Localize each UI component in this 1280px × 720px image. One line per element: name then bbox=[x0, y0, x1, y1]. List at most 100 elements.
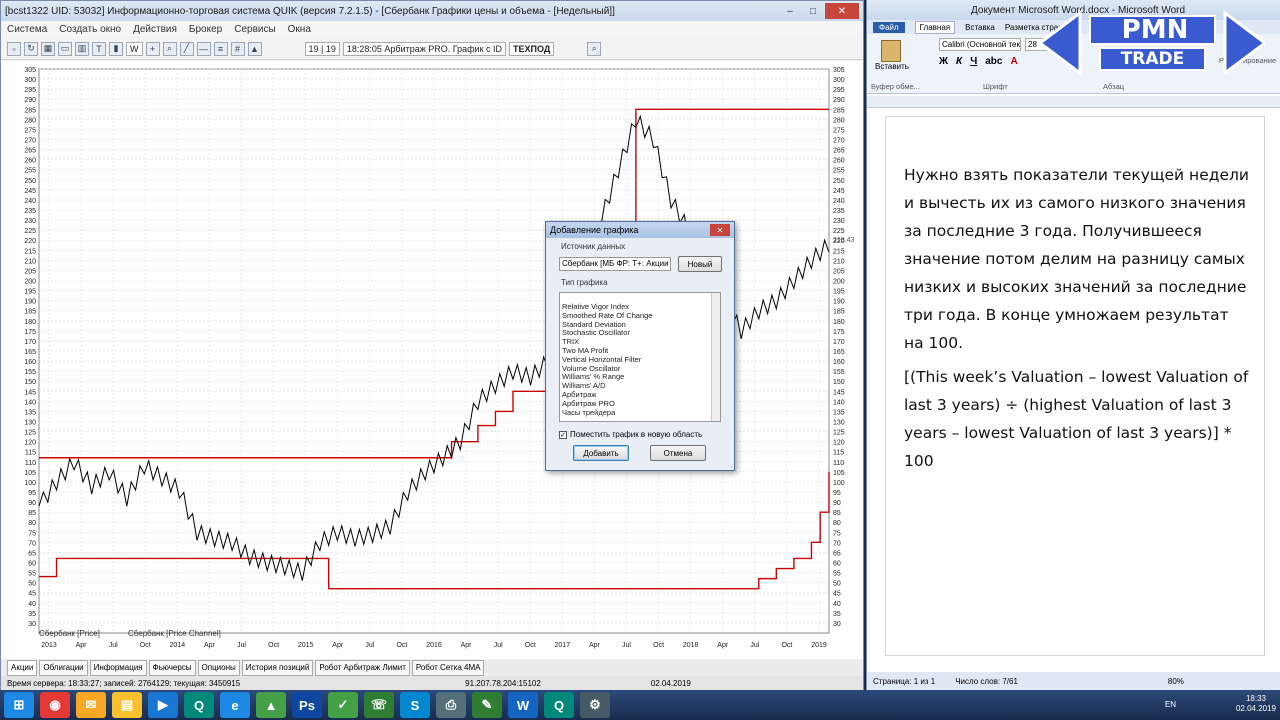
taskbar-app-icon[interactable]: W bbox=[508, 692, 538, 718]
hline-tool-icon[interactable]: — bbox=[196, 41, 211, 56]
menu-services[interactable]: Сервисы bbox=[234, 24, 275, 35]
tab-info[interactable]: Информация bbox=[89, 660, 147, 676]
clipboard-group-label: Буфер обме... bbox=[871, 82, 920, 91]
text-icon[interactable]: T bbox=[92, 41, 106, 56]
y-tick-label-right: 300 bbox=[833, 77, 845, 84]
taskbar-app-icon[interactable]: ✎ bbox=[472, 692, 502, 718]
taskbar-app-icon[interactable]: Q bbox=[184, 692, 214, 718]
y-tick-label-right: 65 bbox=[833, 550, 841, 557]
y-tick-label-right: 265 bbox=[833, 148, 845, 155]
close-button[interactable]: ✕ bbox=[825, 3, 859, 19]
tab-file[interactable]: Файл bbox=[873, 21, 905, 33]
menu-actions[interactable]: Действия bbox=[133, 24, 177, 35]
menu-system[interactable]: Система bbox=[7, 24, 47, 35]
new-area-checkbox[interactable]: ✓ bbox=[559, 430, 567, 439]
taskbar-app-icon[interactable]: S bbox=[400, 692, 430, 718]
chart-type-list[interactable]: Relative Vigor Index Smoothed Rate Of Cha… bbox=[559, 292, 721, 422]
x-tick-label: Apr bbox=[204, 642, 216, 649]
source-select[interactable]: Сбербанк [МБ ФР: Т+: Акции bbox=[559, 257, 671, 271]
chart-icon[interactable]: ▥ bbox=[75, 41, 89, 56]
list-scrollbar[interactable] bbox=[711, 293, 720, 421]
period-select[interactable]: W bbox=[126, 41, 143, 56]
tab-position-history[interactable]: История позиций bbox=[241, 660, 314, 676]
paragraph-russian[interactable]: Нужно взять показатели текущей недели и … bbox=[904, 161, 1249, 357]
taskbar-app-icon[interactable]: Ps bbox=[292, 692, 322, 718]
taskbar-app-icon[interactable]: ▤ bbox=[112, 692, 142, 718]
taskbar-app-icon[interactable]: ⎙ bbox=[436, 692, 466, 718]
menu-windows[interactable]: Окна bbox=[288, 24, 311, 35]
word-statusbar: Страница: 1 из 1 Число слов: 7/61 80% bbox=[867, 672, 1280, 690]
lang-indicator[interactable]: EN bbox=[1165, 700, 1176, 710]
font-name-select[interactable]: Calibri (Основной тек bbox=[939, 38, 1021, 51]
clock[interactable]: 18:33 02.04.2019 bbox=[1236, 694, 1276, 714]
new-icon[interactable]: ▫ bbox=[7, 41, 21, 56]
taskbar-app-icon[interactable]: ⊞ bbox=[4, 692, 34, 718]
italic-icon[interactable]: К bbox=[956, 56, 962, 67]
table-icon[interactable]: ▦ bbox=[41, 41, 55, 56]
techsupport-button[interactable]: ТЕХПОД bbox=[509, 41, 555, 56]
quik-statusbar: Время сервера: 18:33:27; записей: 276412… bbox=[1, 676, 863, 690]
taskbar-app-icon[interactable]: ☏ bbox=[364, 692, 394, 718]
tab-robot-arbitrage[interactable]: Робот Арбитраж Лимит bbox=[315, 660, 410, 676]
underline-icon[interactable]: Ч bbox=[970, 56, 977, 67]
taskbar-app-icon[interactable]: ▶ bbox=[148, 692, 178, 718]
chart-type-item[interactable]: Часы трейдера bbox=[560, 408, 720, 418]
menu-broker[interactable]: Брокер bbox=[189, 24, 222, 35]
taskbar-app-icon[interactable]: ◉ bbox=[40, 692, 70, 718]
zoom-icon[interactable]: ⌕ bbox=[162, 41, 177, 56]
taskbar-app-icon[interactable]: ▲ bbox=[256, 692, 286, 718]
taskbar-app-icon[interactable]: e bbox=[220, 692, 250, 718]
bold-icon[interactable]: Ж bbox=[939, 56, 948, 67]
x-tick-label: Jul bbox=[109, 642, 118, 649]
chart-type-item[interactable]: Stochastic Oscillator bbox=[560, 329, 720, 338]
taskbar-app-icon[interactable]: ✉ bbox=[76, 692, 106, 718]
taskbar-app-icon[interactable]: Q bbox=[544, 692, 574, 718]
window-icon[interactable]: ▭ bbox=[58, 41, 72, 56]
refresh-icon[interactable]: ↻ bbox=[24, 41, 38, 56]
taskbar-app-icon[interactable]: ✓ bbox=[328, 692, 358, 718]
dialog-titlebar: Добавление графика ✕ bbox=[546, 222, 734, 238]
dialog-close-button[interactable]: ✕ bbox=[710, 224, 730, 236]
taskbar-app-icon[interactable]: ⚙ bbox=[580, 692, 610, 718]
tab-stocks[interactable]: Акции bbox=[7, 660, 38, 676]
y-tick-label-left: 85 bbox=[28, 510, 36, 517]
minimize-button[interactable]: – bbox=[779, 3, 801, 19]
y-tick-label-right: 175 bbox=[833, 329, 845, 336]
tab-options[interactable]: Опционы bbox=[197, 660, 240, 676]
paragraph-formula[interactable]: [(This week’s Valuation – lowest Valuati… bbox=[904, 363, 1249, 475]
zoom-level[interactable]: 80% bbox=[1168, 677, 1184, 686]
x-tick-label: 2013 bbox=[41, 642, 57, 649]
y-tick-label-left: 105 bbox=[24, 470, 36, 477]
y-tick-label-right: 90 bbox=[833, 500, 841, 507]
y-tick-label-left: 195 bbox=[24, 289, 36, 296]
search-icon[interactable]: ⌕ bbox=[587, 41, 602, 56]
y-tick-label-left: 265 bbox=[24, 148, 36, 155]
line-tool-icon[interactable]: ╱ bbox=[179, 41, 194, 56]
tab-home[interactable]: Главная bbox=[914, 20, 956, 34]
strike-icon[interactable]: abc bbox=[985, 56, 1002, 67]
add-button[interactable]: Добавить bbox=[573, 445, 629, 461]
indicator-icon[interactable]: ▲ bbox=[247, 41, 262, 56]
y-tick-label-left: 60 bbox=[28, 561, 36, 568]
font-color-icon[interactable]: A bbox=[1010, 56, 1017, 67]
tab-robot-grid[interactable]: Робот Сетка 4МА bbox=[411, 660, 485, 676]
candles-icon[interactable]: ▮ bbox=[109, 41, 123, 56]
tab-insert[interactable]: Вставка bbox=[965, 23, 995, 32]
fibo-icon[interactable]: ≡ bbox=[213, 41, 228, 56]
y-tick-label-right: 80 bbox=[833, 520, 841, 527]
grid-icon[interactable]: # bbox=[230, 41, 245, 56]
document-body[interactable]: Нужно взять показатели текущей недели и … bbox=[904, 161, 1249, 481]
maximize-button[interactable]: □ bbox=[802, 3, 824, 19]
menu-create-window[interactable]: Создать окно bbox=[59, 24, 121, 35]
crosshair-icon[interactable]: + bbox=[145, 41, 160, 56]
tab-futures[interactable]: Фьючерсы bbox=[148, 660, 196, 676]
paste-label: Вставить bbox=[875, 62, 909, 71]
new-area-checkbox-row[interactable]: ✓ Поместить график в новую область bbox=[559, 430, 702, 439]
tab-bonds[interactable]: Облигации bbox=[39, 660, 88, 676]
cancel-button[interactable]: Отмена bbox=[650, 445, 706, 461]
document-page[interactable]: Нужно взять показатели текущей недели и … bbox=[885, 116, 1265, 656]
new-source-button[interactable]: Новый bbox=[678, 256, 722, 272]
paste-button[interactable]: Вставить bbox=[875, 40, 909, 71]
x-tick-label: 2014 bbox=[170, 642, 186, 649]
y-tick-label-left: 70 bbox=[28, 540, 36, 547]
